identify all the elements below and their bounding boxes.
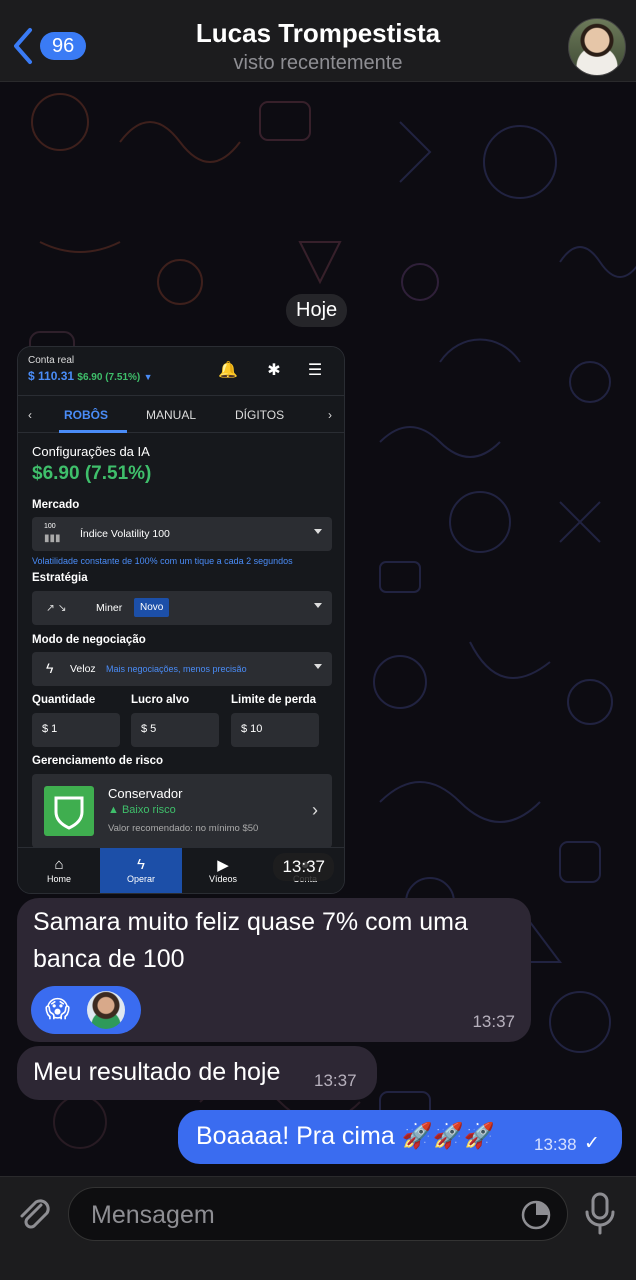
chevron-right-icon: ›: [328, 408, 332, 422]
contact-avatar[interactable]: [568, 18, 626, 76]
reaction-pill[interactable]: 😱: [31, 986, 141, 1034]
account-label: Conta real: [28, 355, 75, 366]
mode-hint: Mais negociações, menos precisão: [106, 664, 247, 674]
section-title: Configurações da IA: [32, 444, 150, 459]
message-text: Meu resultado de hoje: [33, 1058, 281, 1086]
message-time: 13:37: [273, 853, 334, 881]
mode-select: ϟ Veloz Mais negociações, menos precisão: [32, 652, 332, 686]
app-topbar: Conta real $ 110.31 $6.90 (7.51%) ▼ 🔔 ✱ …: [18, 347, 344, 395]
mode-label: Modo de negociação: [32, 634, 146, 646]
target-field: $ 5: [131, 713, 219, 747]
tab-robos: ROBÔS: [64, 408, 109, 422]
app-tabs: ‹ ROBÔS MANUAL DÍGITOS ›: [18, 395, 344, 433]
nav-operar-label: Operar: [126, 874, 155, 884]
account-balance: $ 110.31 $6.90 (7.51%) ▼: [28, 369, 153, 383]
risk-note: Valor recomendado: no mínimo $50: [108, 823, 259, 834]
strategy-arrows-icon: ↗ ↘: [46, 602, 67, 614]
nav-videos: ▶ Vídeos: [182, 848, 264, 893]
menu-icon: ☰: [307, 362, 323, 379]
incoming-message[interactable]: Samara muito feliz quase 7% com uma banc…: [17, 898, 531, 1042]
quantity-label: Quantidade: [32, 694, 96, 706]
loss-label: Limite de perda: [231, 694, 316, 706]
reaction-emoji: 😱: [45, 996, 71, 1023]
strategy-value: Miner: [96, 602, 123, 614]
reactor-avatar: [87, 991, 125, 1029]
video-icon: ▶: [217, 857, 229, 874]
composer-bar: Mensagem: [0, 1176, 636, 1280]
strategy-label: Estratégia: [32, 572, 88, 584]
market-value: Índice Volatility 100: [80, 528, 170, 540]
quantity-field: $ 1: [32, 713, 120, 747]
message-text: Boaaaa! Pra cima 🚀🚀🚀: [196, 1122, 496, 1150]
date-separator: Hoje: [286, 294, 348, 327]
candles-icon: ▮▮▮: [44, 533, 61, 544]
tab-manual: MANUAL: [146, 408, 197, 422]
mode-value: Veloz: [70, 663, 96, 675]
incoming-message[interactable]: Meu resultado de hoje 13:37: [17, 1046, 377, 1100]
home-icon: ⌂: [54, 856, 64, 873]
message-time: 13:37: [314, 1071, 357, 1090]
contact-name[interactable]: Lucas Trompestista: [0, 18, 636, 49]
loss-field: $ 10: [231, 713, 319, 747]
paperclip-icon[interactable]: [14, 1195, 54, 1235]
market-select: 100 ▮▮▮ Índice Volatility 100: [32, 517, 332, 551]
sent-check-icon: ✓: [584, 1133, 600, 1154]
chat-header: 96 Lucas Trompestista visto recentemente: [0, 0, 636, 82]
shield-icon: [44, 786, 94, 836]
message-placeholder: Mensagem: [91, 1201, 215, 1229]
risk-label: Gerenciamento de risco: [32, 755, 164, 767]
message-time: 13:38: [534, 1135, 577, 1154]
target-value: $ 5: [141, 723, 157, 735]
profit-value: $6.90 (7.51%): [32, 463, 152, 484]
caret-down-icon: [314, 529, 322, 534]
risk-level: ▲ Baixo risco: [108, 804, 176, 816]
nav-home: ⌂ Home: [18, 848, 100, 893]
caret-down-icon: ▼: [143, 372, 153, 382]
contact-status: visto recentemente: [233, 52, 403, 74]
market-label: Mercado: [32, 499, 80, 511]
chevron-right-icon: ›: [312, 800, 318, 820]
market-hint: Volatilidade constante de 100% com um ti…: [32, 556, 293, 566]
quantity-value: $ 1: [42, 723, 58, 735]
network-icon: ✱: [267, 362, 281, 379]
tab-digitos: DÍGITOS: [235, 408, 285, 422]
risk-title: Conservador: [108, 786, 183, 801]
outgoing-message[interactable]: Boaaaa! Pra cima 🚀🚀🚀 13:38 ✓: [178, 1110, 622, 1164]
message-text: Samara muito feliz quase 7% com uma banc…: [33, 908, 468, 973]
risk-level-text: Baixo risco: [121, 804, 176, 816]
market-chart-badge: 100: [44, 523, 56, 530]
balance-value: $ 110.31: [28, 369, 75, 383]
nav-videos-label: Vídeos: [208, 874, 238, 884]
microphone-icon[interactable]: [582, 1191, 618, 1237]
balance-change: $6.90 (7.51%): [77, 372, 141, 383]
tab-underline: [59, 430, 127, 433]
message-input[interactable]: Mensagem: [68, 1187, 568, 1241]
chevron-left-icon: ‹: [28, 408, 32, 422]
lightning-icon: ϟ: [137, 856, 145, 873]
nav-home-label: Home: [46, 874, 71, 884]
caret-down-icon: [314, 664, 322, 669]
warning-icon: ▲: [108, 804, 122, 816]
new-badge: Novo: [134, 598, 170, 617]
lightning-icon: ϟ: [46, 660, 54, 676]
strategy-select: ↗ ↘ Miner Novo: [32, 591, 332, 625]
caret-down-icon: [314, 603, 322, 608]
bell-icon: 🔔: [218, 362, 238, 379]
nav-operar: ϟ Operar: [100, 848, 182, 893]
loss-value: $ 10: [241, 723, 263, 735]
message-time: 13:37: [472, 1012, 515, 1031]
target-label: Lucro alvo: [131, 694, 190, 706]
sticker-icon[interactable]: [521, 1200, 551, 1230]
image-message[interactable]: Conta real $ 110.31 $6.90 (7.51%) ▼ 🔔 ✱ …: [17, 346, 345, 894]
risk-card: Conservador ▲ Baixo risco Valor recomend…: [32, 774, 332, 848]
